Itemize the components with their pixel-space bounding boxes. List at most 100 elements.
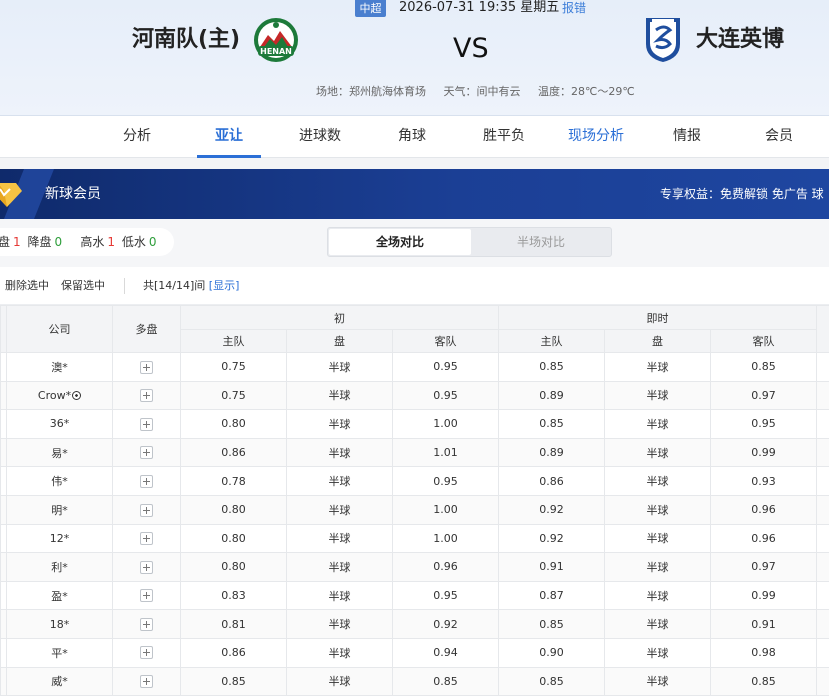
multi-line-cell[interactable] [113, 438, 181, 467]
away-team-name[interactable]: 大连英博 [696, 26, 784, 54]
league-badge[interactable]: 中超 [355, 0, 386, 17]
extra-cell [817, 524, 829, 553]
initial-away-odds: 0.94 [393, 638, 499, 667]
delete-selected-button[interactable]: 删除选中 [5, 279, 49, 293]
live-home-odds-text: 0.85 [539, 675, 564, 688]
initial-home-odds-text: 0.86 [221, 446, 246, 459]
temperature-text: 温度：28℃～29℃ [538, 85, 635, 98]
table-row[interactable]: Crow*0.75半球0.950.89半球0.97 [1, 381, 829, 410]
company-cell[interactable]: 澳* [7, 353, 113, 382]
stat-b-label: 降盘 [27, 235, 51, 249]
company-count: 共[14/14]间 [显示] [143, 279, 239, 293]
table-row[interactable]: 威*0.85半球0.850.85半球0.85 [1, 667, 829, 696]
initial-home-odds-text: 0.78 [221, 475, 246, 488]
multi-line-cell[interactable] [113, 553, 181, 582]
extra-cell [817, 353, 829, 382]
tab-live-analysis[interactable]: 现场分析 [561, 116, 631, 158]
live-home-odds: 0.91 [499, 553, 605, 582]
company-cell[interactable]: 盈* [7, 581, 113, 610]
expand-plus-icon[interactable] [140, 418, 153, 431]
initial-home-odds: 0.80 [181, 524, 287, 553]
show-hidden-link[interactable]: [显示] [209, 279, 240, 292]
keep-selected-button[interactable]: 保留选中 [61, 279, 105, 293]
multi-line-cell[interactable] [113, 581, 181, 610]
expand-plus-icon[interactable] [140, 532, 153, 545]
expand-plus-icon[interactable] [140, 475, 153, 488]
report-error-link[interactable]: 报错 [562, 1, 586, 15]
tab-corners[interactable]: 角球 [380, 116, 444, 158]
home-team-logo[interactable]: HENAN [252, 17, 300, 63]
full-match-compare-button[interactable]: 全场对比 [329, 229, 471, 255]
company-cell[interactable]: 平* [7, 638, 113, 667]
table-row[interactable]: 明*0.80半球1.000.92半球0.96 [1, 495, 829, 524]
tab-member[interactable]: 会员 [747, 116, 811, 158]
company-cell[interactable]: 易* [7, 438, 113, 467]
multi-line-cell[interactable] [113, 667, 181, 696]
live-handicap-line: 半球 [605, 553, 711, 582]
expand-plus-icon[interactable] [140, 504, 153, 517]
initial-away-odds-text: 1.01 [433, 446, 458, 459]
away-team-logo[interactable] [644, 16, 682, 64]
live-home-odds: 0.92 [499, 524, 605, 553]
multi-line-cell[interactable] [113, 495, 181, 524]
multi-line-cell[interactable] [113, 381, 181, 410]
initial-home-odds: 0.86 [181, 438, 287, 467]
company-cell[interactable]: 12* [7, 524, 113, 553]
live-home-odds-text: 0.89 [539, 389, 564, 402]
initial-handicap-line: 半球 [287, 524, 393, 553]
company-cell[interactable]: 36* [7, 410, 113, 439]
tab-goals[interactable]: 进球数 [288, 116, 352, 158]
table-row[interactable]: 平*0.86半球0.940.90半球0.98 [1, 638, 829, 667]
initial-away-odds: 0.92 [393, 610, 499, 639]
company-cell[interactable]: 18* [7, 610, 113, 639]
expand-plus-icon[interactable] [140, 561, 153, 574]
multi-line-cell[interactable] [113, 524, 181, 553]
live-home-odds: 0.85 [499, 610, 605, 639]
member-banner[interactable]: 新球会员 专享权益：免费解锁 免广告 球 [0, 169, 829, 219]
expand-plus-icon[interactable] [140, 646, 153, 659]
expand-plus-icon[interactable] [140, 361, 153, 374]
initial-handicap-line-text: 半球 [329, 561, 351, 574]
multi-line-cell[interactable] [113, 610, 181, 639]
compare-segmented-control: 全场对比 半场对比 [327, 227, 612, 257]
table-row[interactable]: 利*0.80半球0.960.91半球0.97 [1, 553, 829, 582]
table-row[interactable]: 12*0.80半球1.000.92半球0.96 [1, 524, 829, 553]
table-row[interactable]: 伟*0.78半球0.950.86半球0.93 [1, 467, 829, 496]
stat-c-value: 1 [107, 235, 115, 249]
home-team-name[interactable]: 河南队(主) [132, 26, 240, 54]
multi-line-cell[interactable] [113, 353, 181, 382]
multi-line-column-header: 多盘 [113, 306, 181, 353]
company-cell[interactable]: 伟* [7, 467, 113, 496]
initial-home-odds: 0.78 [181, 467, 287, 496]
table-row[interactable]: 易*0.86半球1.010.89半球0.99 [1, 438, 829, 467]
live-handicap-line-text: 半球 [647, 504, 669, 517]
table-row[interactable]: 澳*0.75半球0.950.85半球0.85 [1, 353, 829, 382]
company-cell[interactable]: 明* [7, 495, 113, 524]
expand-plus-icon[interactable] [140, 589, 153, 602]
expand-plus-icon[interactable] [140, 446, 153, 459]
expand-plus-icon[interactable] [140, 618, 153, 631]
stat-a-value: 1 [13, 235, 21, 249]
live-home-odds: 0.85 [499, 667, 605, 696]
company-cell[interactable]: 利* [7, 553, 113, 582]
multi-line-cell[interactable] [113, 467, 181, 496]
company-cell[interactable]: Crow* [7, 381, 113, 410]
tab-intel[interactable]: 情报 [655, 116, 719, 158]
table-row[interactable]: 36*0.80半球1.000.85半球0.95 [1, 410, 829, 439]
live-handicap-line: 半球 [605, 667, 711, 696]
tab-asian-handicap[interactable]: 亚让 [197, 116, 261, 158]
initial-away-odds-text: 0.94 [433, 646, 458, 659]
table-row[interactable]: 18*0.81半球0.920.85半球0.91 [1, 610, 829, 639]
live-home-header: 主队 [499, 330, 605, 353]
initial-handicap-line: 半球 [287, 581, 393, 610]
table-row[interactable]: 盈*0.83半球0.950.87半球0.99 [1, 581, 829, 610]
tab-1x2[interactable]: 胜平负 [471, 116, 537, 158]
half-match-compare-button[interactable]: 半场对比 [471, 229, 611, 255]
initial-handicap-line-text: 半球 [329, 618, 351, 631]
initial-away-odds: 0.85 [393, 667, 499, 696]
company-cell[interactable]: 威* [7, 667, 113, 696]
multi-line-cell[interactable] [113, 638, 181, 667]
multi-line-cell[interactable] [113, 410, 181, 439]
expand-plus-icon[interactable] [140, 389, 153, 402]
tab-analysis[interactable]: 分析 [106, 116, 168, 158]
